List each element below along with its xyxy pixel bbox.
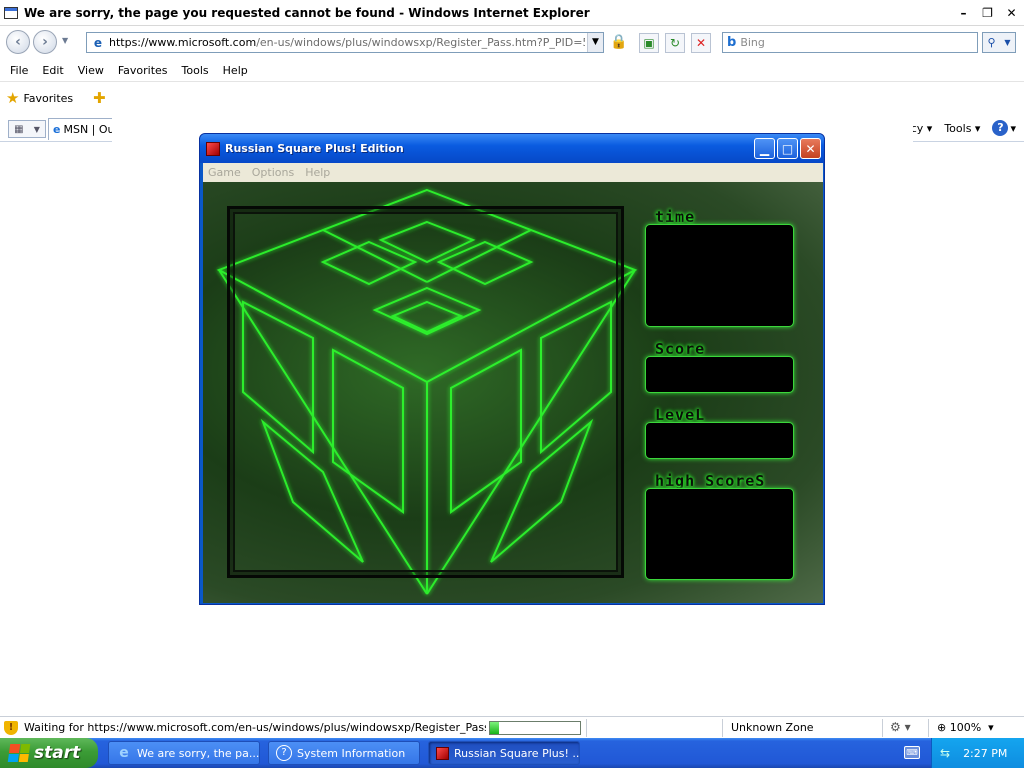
game-menu-options[interactable]: Options	[252, 166, 294, 179]
game-window-controls: ▁ □ ✕	[754, 138, 821, 159]
page-icon: e	[93, 35, 103, 50]
minimize-icon[interactable]: –	[953, 3, 974, 22]
security-warning-icon[interactable]: !	[4, 720, 18, 735]
menu-help[interactable]: Help	[223, 64, 248, 77]
search-options-icon[interactable]: ▼	[1004, 38, 1010, 47]
search-placeholder: Bing	[740, 36, 765, 49]
windows-logo-icon	[7, 744, 31, 762]
back-button[interactable]: ‹	[6, 30, 30, 54]
browser-title: We are sorry, the page you requested can…	[24, 5, 590, 20]
page-load-progress	[489, 721, 581, 735]
taskbar-item-ie[interactable]: e We are sorry, the pa...	[108, 741, 260, 765]
address-bar[interactable]: e https://www.microsoft.com/en-us/window…	[86, 32, 604, 53]
game-board-area: time Score LeveL high ScoreS	[203, 182, 823, 603]
menu-view[interactable]: View	[78, 64, 104, 77]
search-input[interactable]: b Bing	[722, 32, 978, 53]
clock[interactable]: 2:27 PM	[963, 747, 1007, 760]
game-menu-bar: Game Options Help	[203, 163, 823, 182]
ie-icon: e	[119, 745, 129, 761]
menu-tools[interactable]: Tools	[182, 64, 209, 77]
refresh-icon[interactable]: ↻	[665, 33, 685, 53]
address-dropdown-icon[interactable]: ▼	[587, 33, 603, 52]
ie-window-icon	[4, 6, 18, 19]
recent-pages-dropdown-icon[interactable]: ▼	[62, 36, 68, 45]
add-favorite-icon[interactable]: ✚	[93, 89, 106, 107]
keyboard-icon[interactable]: ⌨	[904, 746, 920, 759]
time-display	[645, 224, 794, 327]
game-title-bar[interactable]: Russian Square Plus! Edition ▁ □ ✕	[200, 134, 824, 163]
high-scores-display	[645, 488, 794, 580]
progress-fill	[490, 722, 499, 734]
quick-tabs-icon: ▦	[14, 123, 24, 135]
menu-favorites[interactable]: Favorites	[118, 64, 168, 77]
network-icon[interactable]: ⇆	[940, 746, 950, 760]
search-icon: ⚲	[987, 36, 996, 49]
help-icon: ?	[992, 120, 1009, 136]
start-button[interactable]: start	[0, 738, 98, 768]
taskbar-item-russian-square[interactable]: Russian Square Plus! ...	[428, 741, 580, 765]
tools-menu[interactable]: Tools ▾	[944, 122, 980, 135]
help-menu[interactable]: ? ▾	[992, 120, 1016, 136]
address-toolbar: ‹ › ▼ e https://www.microsoft.com/en-us/…	[0, 26, 1024, 60]
score-display	[645, 356, 794, 393]
start-label: start	[34, 743, 81, 763]
info-icon: ?	[276, 745, 292, 761]
game-window: Russian Square Plus! Edition ▁ □ ✕ Game …	[199, 133, 825, 605]
tab-list-icon[interactable]: ▼	[34, 125, 40, 134]
search-button[interactable]: ⚲ ▼	[982, 32, 1016, 53]
cube-icon	[206, 141, 220, 156]
restore-icon[interactable]: ❐	[977, 3, 998, 22]
game-maximize-button[interactable]: □	[777, 138, 798, 159]
level-display	[645, 422, 794, 459]
address-url[interactable]: https://www.microsoft.com/en-us/windows/…	[109, 36, 585, 49]
tab-msn[interactable]: e MSN | Ou	[48, 118, 114, 140]
browser-status-bar: ! Waiting for https://www.microsoft.com/…	[0, 716, 1024, 738]
ie-tab-icon: e	[53, 123, 61, 136]
system-tray: ⇆ 2:27 PM	[931, 738, 1024, 768]
zoom-level[interactable]: ⊕ 100% ▾	[937, 721, 994, 734]
stop-icon[interactable]: ✕	[691, 33, 711, 53]
quick-tabs-button[interactable]: ▦ ▼	[8, 120, 46, 138]
forward-button[interactable]: ›	[33, 30, 57, 54]
menu-edit[interactable]: Edit	[42, 64, 63, 77]
taskbar-item-system-information[interactable]: ? System Information	[268, 741, 420, 765]
close-icon[interactable]: ✕	[1001, 3, 1022, 22]
browser-title-bar: We are sorry, the page you requested can…	[0, 0, 1024, 26]
safety-menu[interactable]: cy ▾	[911, 122, 933, 135]
game-minimize-button[interactable]: ▁	[754, 138, 775, 159]
browser-window-controls: – ❐ ✕	[953, 3, 1022, 22]
browser-menu-bar: File Edit View Favorites Tools Help	[0, 60, 1024, 82]
cube-icon	[436, 746, 449, 760]
game-menu-help[interactable]: Help	[305, 166, 330, 179]
game-title: Russian Square Plus! Edition	[225, 142, 404, 155]
taskbar: start e We are sorry, the pa... ? System…	[0, 738, 1024, 768]
menu-file[interactable]: File	[10, 64, 28, 77]
status-message: Waiting for https://www.microsoft.com/en…	[24, 721, 486, 734]
favorites-star-icon[interactable]: ★	[6, 89, 19, 107]
playfield[interactable]	[227, 206, 624, 578]
bing-icon: b	[727, 35, 737, 50]
command-bar-right: cy ▾ Tools ▾ ? ▾	[911, 120, 1016, 136]
compatibility-icon[interactable]: ▣	[639, 33, 659, 53]
game-close-button[interactable]: ✕	[800, 138, 821, 159]
favorites-button[interactable]: Favorites	[23, 92, 73, 105]
tab-label: MSN | Ou	[63, 123, 114, 136]
security-zone[interactable]: Unknown Zone	[731, 721, 814, 734]
protected-mode-icon[interactable]: ⚙ ▾	[890, 720, 911, 734]
lock-icon[interactable]: 🔒	[610, 34, 627, 52]
game-menu-game[interactable]: Game	[208, 166, 241, 179]
